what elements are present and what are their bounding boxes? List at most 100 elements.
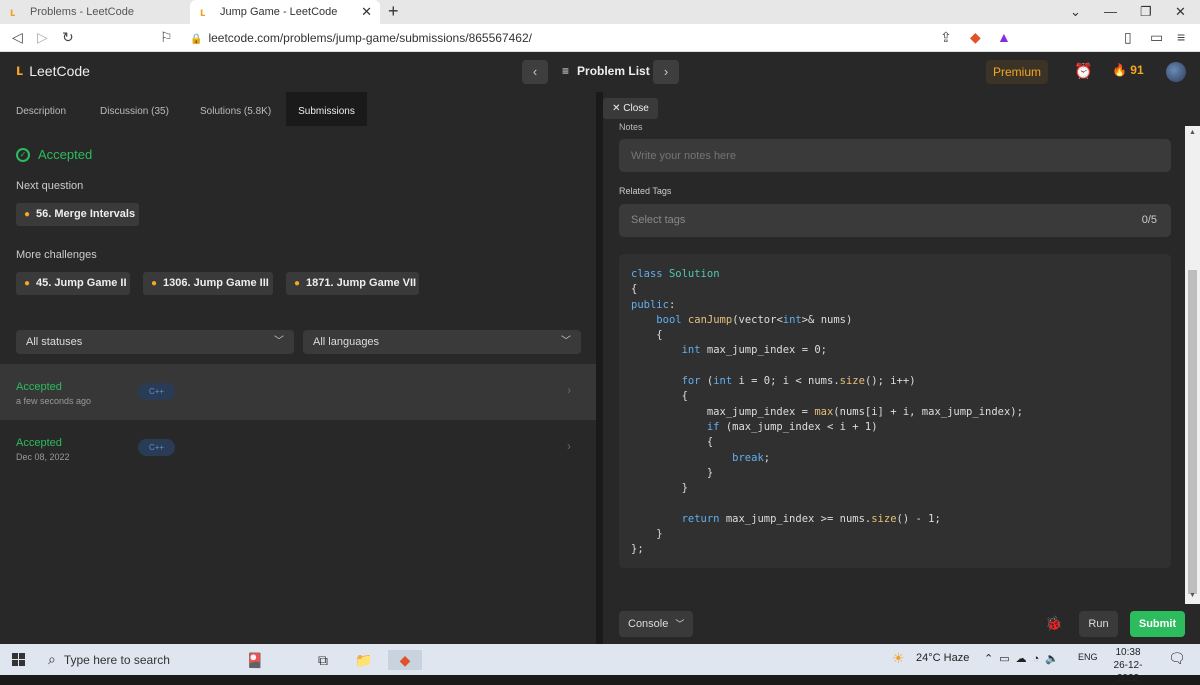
lock-icon: 🔒 [190, 34, 203, 45]
leetcode-favicon-icon: ʟ [10, 5, 16, 19]
difficulty-dot-icon: ● [24, 278, 31, 289]
brave-shield-icon[interactable]: ◆ [970, 29, 981, 46]
chip-label: 56. Merge Intervals [36, 208, 136, 220]
search-icon: ⌕ [48, 651, 56, 667]
minimize-icon[interactable]: — [1104, 4, 1117, 19]
close-tab-icon[interactable]: ✕ [361, 4, 372, 20]
back-icon[interactable]: ◁ [12, 29, 23, 46]
check-circle-icon: ✓ [16, 147, 30, 162]
chip-label: 45. Jump Game II [36, 277, 127, 289]
leetcode-navbar: ʟ LeetCode ‹ ≡ Problem List › Premium ⏰ 🔥… [0, 52, 1200, 92]
taskbar-clock[interactable]: 10:38 26-12-2022 [1104, 646, 1152, 685]
brave-rewards-icon[interactable]: ▲ [997, 29, 1011, 45]
reload-icon[interactable]: ↻ [62, 29, 74, 46]
challenge-chip[interactable]: ● 45. Jump Game II [16, 272, 130, 295]
browser-tab-problems[interactable]: ʟ Problems - LeetCode [0, 0, 188, 24]
bookmark-icon[interactable]: ⚐ [160, 29, 173, 46]
scroll-up-icon[interactable]: ▲ [1189, 129, 1196, 136]
search-placeholder: Type here to search [63, 653, 170, 667]
clock-time: 10:38 [1115, 647, 1141, 658]
submission-row[interactable]: Accepted Dec 08, 2022 C++ › [0, 420, 596, 476]
related-tags-label: Related Tags [619, 186, 672, 196]
streak-counter[interactable]: 🔥 91 [1112, 63, 1144, 77]
premium-button[interactable]: Premium [986, 60, 1048, 84]
tags-select[interactable]: Select tags 0/5 [619, 204, 1171, 237]
sidebar-toggle-icon[interactable]: ▯ [1124, 29, 1132, 46]
language-badge: C++ [138, 383, 175, 400]
windows-start-icon[interactable] [12, 653, 25, 666]
console-label: Console [628, 618, 669, 630]
share-icon[interactable]: ⇪ [940, 29, 952, 46]
tab-description[interactable]: Description [16, 92, 66, 126]
maximize-icon[interactable]: ❐ [1140, 4, 1152, 20]
challenge-chip[interactable]: ● 1306. Jump Game III [143, 272, 273, 295]
problem-list-button[interactable]: ≡ Problem List [562, 64, 650, 78]
submission-status: Accepted [16, 381, 62, 393]
submission-status: Accepted [16, 437, 62, 449]
task-view-icon[interactable]: ⧉ [318, 650, 328, 670]
difficulty-dot-icon: ● [151, 278, 158, 289]
tab-discussion[interactable]: Discussion (35) [100, 92, 169, 126]
new-tab-icon[interactable]: + [388, 1, 399, 22]
browser-address-bar: ◁ ▷ ↻ ⚐ 🔒 leetcode.com/problems/jump-game… [0, 24, 1200, 52]
tab-search-chevron-icon[interactable]: ⌄ [1070, 4, 1081, 20]
chip-label: 1871. Jump Game VII [306, 277, 417, 289]
next-problem-button[interactable]: › [653, 60, 679, 84]
weather-text[interactable]: 24°C Haze [916, 652, 969, 664]
next-question-label: Next question [16, 180, 84, 192]
debug-bug-icon[interactable]: 🐞 [1045, 615, 1062, 632]
list-icon: ≡ [562, 64, 570, 78]
avatar[interactable] [1166, 62, 1186, 82]
panel-resize-handle[interactable] [596, 92, 603, 644]
tags-count: 0/5 [1141, 214, 1157, 226]
input-language[interactable]: ENG [1078, 652, 1098, 662]
chevron-right-icon: › [567, 439, 571, 453]
submission-row[interactable]: Accepted a few seconds ago C++ › [0, 364, 596, 420]
brave-taskbar-icon[interactable]: ◆ [388, 650, 422, 670]
news-widget-icon[interactable]: 🎴 [246, 650, 263, 670]
window-close-icon[interactable]: ✕ [1175, 4, 1186, 20]
close-icon: ✕ [612, 103, 621, 114]
taskbar-search[interactable]: ⌕ Type here to search [36, 644, 236, 675]
difficulty-dot-icon: ● [24, 209, 31, 220]
wallet-icon[interactable]: ▭ [1150, 29, 1163, 46]
leetcode-logo-icon: ʟ [16, 62, 24, 79]
run-button[interactable]: Run [1079, 611, 1118, 637]
submission-time: Dec 08, 2022 [16, 452, 70, 462]
file-explorer-icon[interactable]: 📁 [355, 650, 372, 670]
problem-list-label: Problem List [577, 64, 650, 78]
tab-submissions[interactable]: Submissions [286, 92, 367, 126]
tags-placeholder: Select tags [631, 214, 686, 226]
status-filter-select[interactable]: All statuses ﹀ [16, 330, 294, 354]
language-filter-value: All languages [313, 336, 380, 348]
submit-button[interactable]: Submit [1130, 611, 1185, 637]
challenge-chip[interactable]: ● 1871. Jump Game VII [286, 272, 419, 295]
next-question-chip[interactable]: ● 56. Merge Intervals [16, 203, 139, 226]
notes-label: Notes [619, 122, 643, 130]
submission-time: a few seconds ago [16, 396, 92, 406]
code-view: class Solution { public: bool canJump(ve… [619, 254, 1171, 568]
forward-icon[interactable]: ▷ [37, 29, 48, 46]
close-button[interactable]: ✕ Close [603, 98, 658, 119]
status-filter-value: All statuses [26, 336, 83, 348]
leetcode-logo[interactable]: ʟ LeetCode [16, 62, 90, 80]
clock-date: 26-12-2022 [1113, 660, 1143, 684]
scroll-down-icon[interactable]: ▼ [1189, 592, 1196, 599]
system-tray-icons[interactable]: ⌃▭☁◔🔈 [984, 652, 1065, 665]
url-field[interactable]: 🔒 leetcode.com/problems/jump-game/submiss… [190, 31, 532, 45]
console-button[interactable]: Console ﹀ [619, 611, 693, 637]
tab-solutions[interactable]: Solutions (5.8K) [200, 92, 271, 126]
timer-icon[interactable]: ⏰ [1074, 62, 1093, 80]
language-filter-select[interactable]: All languages ﹀ [303, 330, 581, 354]
language-badge: C++ [138, 439, 175, 456]
browser-tab-jump-game[interactable]: ʟ Jump Game - LeetCode ✕ [190, 0, 380, 24]
scrollbar-thumb[interactable] [1188, 270, 1197, 594]
notifications-icon[interactable]: 🗨 [1168, 650, 1186, 667]
menu-icon[interactable]: ≡ [1177, 29, 1185, 45]
url-text: leetcode.com/problems/jump-game/submissi… [208, 31, 532, 45]
result-status: ✓ Accepted [16, 147, 92, 162]
notes-input[interactable] [619, 139, 1171, 172]
prev-problem-button[interactable]: ‹ [522, 60, 548, 84]
right-panel-scrollbar[interactable]: ▲ ▼ [1185, 126, 1200, 604]
browser-tab-title: Jump Game - LeetCode [220, 6, 338, 18]
